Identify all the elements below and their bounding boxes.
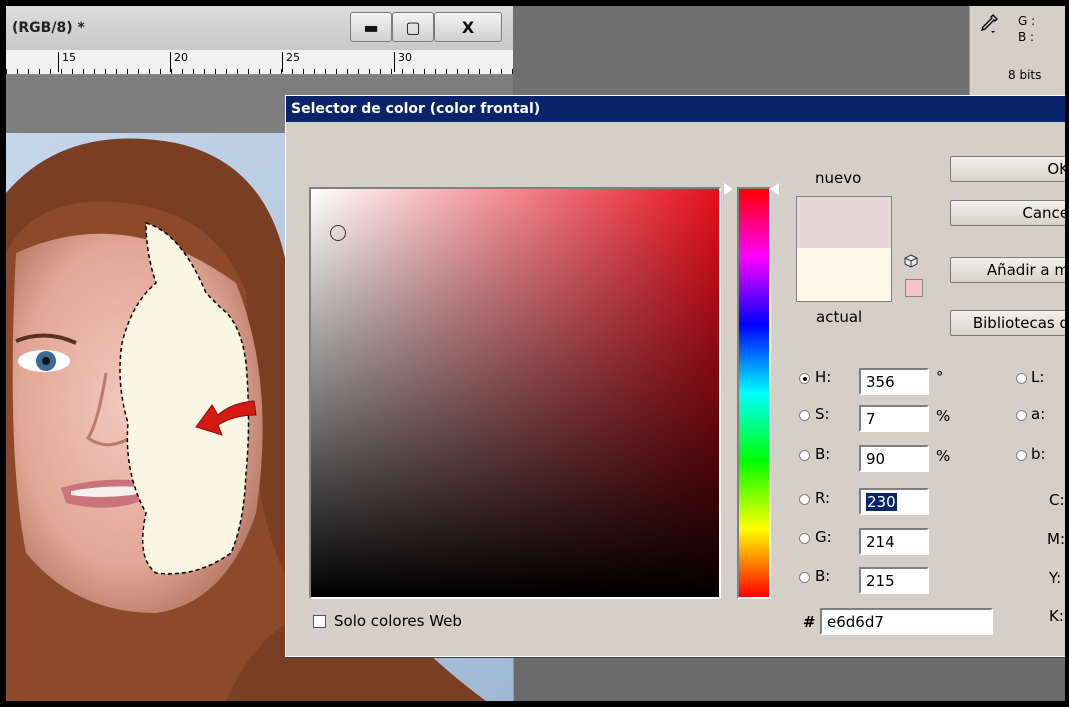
ruler-label: 25: [286, 51, 300, 64]
info-g-label: G :: [1018, 14, 1036, 28]
radio-l[interactable]: [1016, 373, 1027, 384]
radio-b[interactable]: [799, 450, 810, 461]
input-h[interactable]: 356: [859, 368, 929, 395]
hue-slider[interactable]: [737, 187, 771, 599]
info-panel: G : B : 8 bits: [969, 6, 1065, 96]
web-safe-swatch[interactable]: [905, 279, 923, 297]
radio-a[interactable]: [1016, 410, 1027, 421]
label-y: Y:: [1049, 569, 1062, 587]
input-s[interactable]: 7: [859, 405, 929, 432]
info-bits: 8 bits: [1008, 68, 1042, 82]
radio-g[interactable]: [799, 533, 810, 544]
info-b-label: B :: [1018, 30, 1035, 44]
info-panel-area: G : B : 8 bits: [513, 6, 1065, 101]
label-s: S:: [815, 405, 830, 423]
ruler-major-tick: [170, 52, 171, 72]
horizontal-ruler: 15 20 25 30: [6, 50, 513, 75]
label-lab-b: b:: [1031, 445, 1046, 463]
web-only-label: Solo colores Web: [334, 612, 462, 630]
document-title: (RGB/8) *: [12, 20, 85, 36]
input-b[interactable]: 90: [859, 445, 929, 472]
add-to-swatches-button[interactable]: Añadir a m: [950, 257, 1065, 283]
label-r: R:: [815, 489, 831, 507]
label-blue: B:: [815, 567, 831, 585]
input-r-value: 230: [866, 493, 897, 511]
label-g: G:: [815, 528, 832, 546]
label-a: a:: [1031, 405, 1046, 423]
document-title-bar[interactable]: (RGB/8) * ▬ ▢ X: [6, 6, 513, 50]
color-picker-cursor[interactable]: [330, 225, 346, 241]
screen-frame: (RGB/8) * ▬ ▢ X 15 20 25 30 G: B: 8 bi…: [6, 6, 1065, 701]
label-k: K:: [1049, 607, 1064, 625]
current-color-swatch[interactable]: [796, 248, 892, 302]
dialog-title: Selector de color (color frontal): [291, 101, 541, 117]
label-c: C:: [1049, 491, 1065, 509]
unit-percent: %: [936, 407, 951, 425]
input-g[interactable]: 214: [859, 528, 929, 555]
input-blue[interactable]: 215: [859, 567, 929, 594]
close-button[interactable]: X: [434, 12, 502, 42]
ok-button[interactable]: OK: [950, 156, 1065, 182]
ruler-label: 20: [174, 51, 188, 64]
label-l: L:: [1031, 368, 1045, 386]
color-libraries-button[interactable]: Bibliotecas d: [950, 310, 1065, 336]
web-safe-cube-icon[interactable]: [904, 254, 918, 268]
color-field[interactable]: [309, 187, 721, 599]
hex-input[interactable]: e6d6d7: [820, 608, 993, 635]
current-color-label: actual: [816, 308, 863, 326]
label-b: B:: [815, 445, 831, 463]
new-color-label: nuevo: [815, 169, 862, 187]
unit-degrees: °: [936, 368, 944, 386]
input-r[interactable]: 230: [859, 488, 929, 515]
radio-s[interactable]: [799, 410, 810, 421]
cancel-button[interactable]: Cance: [950, 200, 1065, 226]
slider-right-arrow-icon[interactable]: [770, 183, 779, 195]
ruler-major-tick: [58, 52, 59, 72]
hex-label: #: [803, 613, 816, 631]
radio-h[interactable]: [799, 373, 810, 384]
ruler-label: 15: [62, 51, 76, 64]
ruler-major-tick: [282, 52, 283, 72]
color-picker-dialog: Selector de color (color frontal) nuevo …: [285, 95, 1065, 657]
maximize-button[interactable]: ▢: [392, 12, 434, 42]
label-h: H:: [815, 368, 832, 386]
ruler-label: 30: [398, 51, 412, 64]
dialog-title-bar[interactable]: Selector de color (color frontal): [286, 96, 1065, 122]
slider-left-arrow-icon[interactable]: [724, 183, 733, 195]
new-color-swatch: [796, 196, 892, 249]
ruler-major-tick: [394, 52, 395, 72]
label-m: M:: [1047, 530, 1065, 548]
unit-percent: %: [936, 447, 951, 465]
radio-r[interactable]: [799, 494, 810, 505]
ruler-ticks: [6, 69, 513, 74]
minimize-button[interactable]: ▬: [350, 12, 392, 42]
web-only-checkbox[interactable]: [313, 615, 326, 628]
radio-blue[interactable]: [799, 572, 810, 583]
eyedropper-icon: [980, 14, 998, 33]
radio-lab-b[interactable]: [1016, 450, 1027, 461]
